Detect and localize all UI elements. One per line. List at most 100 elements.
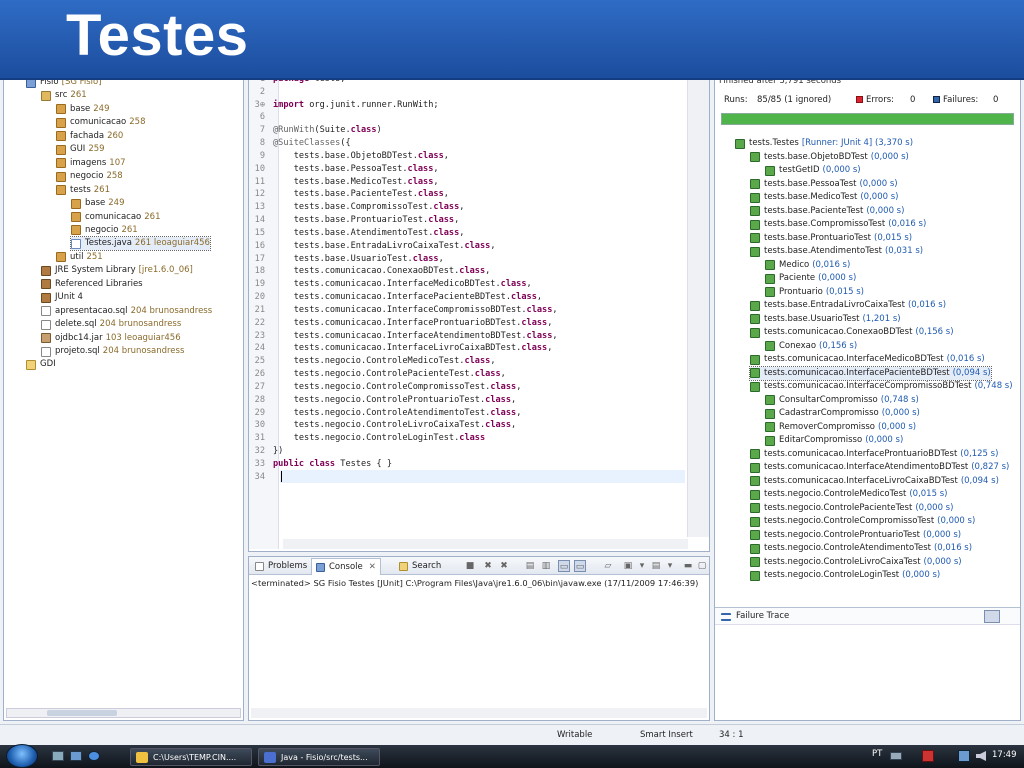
chevron-down-icon[interactable]: ▾ <box>636 560 648 572</box>
show-on-stderr-icon[interactable]: ▭ <box>574 560 586 572</box>
junit-test-item[interactable]: tests.comunicacao.InterfaceAtendimentoBD… <box>750 461 1009 474</box>
explorer-tree-item[interactable]: util 251 <box>56 251 103 264</box>
junit-test-item[interactable]: Paciente (0,000 s) <box>765 272 856 285</box>
junit-test-item[interactable]: tests.negocio.ControleMedicoTest (0,015 s… <box>750 488 947 501</box>
junit-test-item[interactable]: tests.base.EntradaLivroCaixaTest (0,016 s… <box>750 299 946 312</box>
compare-results-icon[interactable] <box>984 610 1000 623</box>
editor-vertical-scrollbar[interactable] <box>687 79 709 537</box>
explorer-tree-item[interactable]: JRE System Library [jre1.6.0_06] <box>41 264 193 277</box>
pin-console-icon[interactable]: ▱ <box>602 560 614 572</box>
tray-network-icon[interactable] <box>890 752 902 760</box>
junit-test-item[interactable]: RemoverCompromisso (0,000 s) <box>765 421 916 434</box>
junit-test-item[interactable]: tests.base.UsuarioTest (1,201 s) <box>750 313 901 326</box>
explorer-horizontal-scrollbar[interactable] <box>6 708 241 718</box>
junit-test-item[interactable]: tests.Testes [Runner: JUnit 4] (3,370 s) <box>735 137 913 150</box>
junit-test-item[interactable]: Medico (0,016 s) <box>765 259 850 272</box>
junit-results-tree[interactable]: tests.Testes [Runner: JUnit 4] (3,370 s) t… <box>715 135 1020 585</box>
explorer-tree-item[interactable]: Referenced Libraries <box>41 278 143 291</box>
explorer-tree-item-label: base <box>70 103 91 114</box>
explorer-tree-item[interactable]: JUnit 4 <box>41 291 83 304</box>
junit-test-item[interactable]: tests.comunicacao.InterfaceProntuarioBDT… <box>750 448 998 461</box>
minimize-icon[interactable]: ▬ <box>682 560 694 572</box>
package-explorer[interactable]: Fisio [SG Fisio] src 261 base 249 comunicacao 2… <box>3 78 244 721</box>
tab-search[interactable]: Search <box>395 559 445 574</box>
junit-test-item[interactable]: tests.base.PacienteTest (0,000 s) <box>750 205 904 218</box>
language-indicator[interactable]: PT <box>872 749 882 759</box>
taskbar-clock[interactable]: 17:49 <box>992 750 1017 760</box>
terminate-icon[interactable]: ■ <box>464 560 476 572</box>
code-line: 16 tests.base.EntradaLivroCaixaTest.clas… <box>249 240 496 253</box>
explorer-tree-item[interactable]: projeto.sql 204 brunosandress <box>41 345 184 358</box>
failures-label: Failures: <box>943 95 979 105</box>
editor-horizontal-scrollbar[interactable] <box>283 539 688 549</box>
explorer-tree-item[interactable]: base 249 <box>71 197 125 210</box>
junit-test-item[interactable]: Conexao (0,156 s) <box>765 340 857 353</box>
explorer-tree-item[interactable]: negocio 261 <box>71 224 138 237</box>
open-console-icon[interactable]: ▤ <box>650 560 662 572</box>
tab-problems[interactable]: Problems <box>251 559 311 574</box>
remove-all-icon[interactable]: ✖ <box>498 560 510 572</box>
junit-test-item-label: tests.comunicacao.InterfaceAtendimentoBD… <box>764 462 969 472</box>
explorer-tree-item[interactable]: Testes.java 261 leoaguiar456 <box>70 236 211 252</box>
explorer-tree-item[interactable]: delete.sql 204 brunosandress <box>41 318 181 331</box>
explorer-tree-item[interactable]: GUI 259 <box>56 143 105 156</box>
junit-test-item[interactable]: tests.base.AtendimentoTest (0,031 s) <box>750 245 923 258</box>
display-console-icon[interactable]: ▣ <box>622 560 634 572</box>
console-horizontal-scrollbar[interactable] <box>251 708 707 718</box>
junit-test-item[interactable]: tests.negocio.ControleLoginTest (0,000 s) <box>750 569 940 582</box>
search-icon <box>399 562 408 571</box>
junit-test-item[interactable]: testGetID (0,000 s) <box>765 164 861 177</box>
taskbar-task[interactable]: C:\Users\TEMP.CIN.... <box>130 748 252 766</box>
explorer-tree-item[interactable]: GDI <box>26 358 56 371</box>
explorer-tree-item[interactable]: comunicacao 258 <box>56 116 146 129</box>
maximize-icon[interactable]: ▢ <box>696 560 708 572</box>
close-icon[interactable]: ✕ <box>369 560 376 575</box>
junit-test-item[interactable]: Prontuario (0,015 s) <box>765 286 864 299</box>
junit-test-item-label: tests.negocio.ControleLivroCaixaTest <box>764 556 921 567</box>
junit-test-item[interactable]: tests.base.MedicoTest (0,000 s) <box>750 191 898 204</box>
junit-test-item[interactable]: tests.comunicacao.InterfaceLivroCaixaBDT… <box>750 475 999 488</box>
tab-console[interactable]: Console ✕ <box>311 558 381 575</box>
explorer-tree-item[interactable]: src 261 <box>41 89 87 102</box>
junit-progress-bar <box>721 113 1014 125</box>
scrollbar-thumb[interactable] <box>47 710 117 716</box>
junit-test-item[interactable]: tests.comunicacao.InterfaceMedicoBDTest(… <box>750 353 985 366</box>
junit-test-item[interactable]: tests.negocio.ControlePacienteTest (0,000… <box>750 502 953 515</box>
explorer-tree-item[interactable]: imagens 107 <box>56 157 126 170</box>
junit-test-item[interactable]: tests.base.ObjetoBDTest (0,000 s) <box>750 151 909 164</box>
tray-monitor-icon[interactable] <box>958 750 970 762</box>
explorer-tree-item[interactable]: negocio 258 <box>56 170 123 183</box>
explorer-tree-item[interactable]: ojdbc14.jar 103 leoaguiar456 <box>41 332 181 345</box>
junit-test-item[interactable]: EditarCompromisso (0,000 s) <box>765 434 903 447</box>
junit-test-item[interactable]: tests.negocio.ControleAtendimentoTest (0,… <box>750 542 972 555</box>
tray-security-icon[interactable] <box>922 750 934 762</box>
junit-test-item[interactable]: ConsultarCompromisso (0,748 s) <box>765 394 919 407</box>
junit-test-item[interactable]: tests.negocio.ControleLivroCaixaTest (0,0… <box>750 556 962 569</box>
chevron-down-icon[interactable]: ▾ <box>664 560 676 572</box>
explorer-tree-item[interactable]: fachada 260 <box>56 130 123 143</box>
code-area[interactable]: 1 package tests; 2 3⊕ import org.junit.runne… <box>249 79 689 533</box>
junit-test-item[interactable]: tests.comunicacao.InterfacePacienteBDTes… <box>749 365 992 381</box>
explorer-tree-item[interactable]: comunicacao 261 <box>71 211 161 224</box>
show-on-stdout-icon[interactable]: ▭ <box>558 560 570 572</box>
explorer-tree-item[interactable]: base 249 <box>56 103 110 116</box>
explorer-tree-item[interactable]: apresentacao.sql 204 brunosandress <box>41 305 212 318</box>
junit-test-item[interactable]: tests.base.CompromissoTest (0,016 s) <box>750 218 926 231</box>
junit-test-item[interactable]: tests.base.ProntuarioTest (0,015 s) <box>750 232 912 245</box>
junit-test-item[interactable]: CadastrarCompromisso (0,000 s) <box>765 407 920 420</box>
junit-test-item[interactable]: tests.comunicacao.InterfaceCompromissoBD… <box>750 380 1013 393</box>
junit-test-item[interactable]: tests.comunicacao.ConexaoBDTest (0,156 s) <box>750 326 954 339</box>
junit-test-item[interactable]: tests.negocio.ControleCompromissoTest (0,… <box>750 515 975 528</box>
taskbar-task[interactable]: Java - Fisio/src/tests... <box>258 748 380 766</box>
scroll-lock-icon[interactable]: ▥ <box>540 560 552 572</box>
remove-launch-icon[interactable]: ✖ <box>482 560 494 572</box>
junit-view[interactable]: Finished after 3,791 seconds Runs: 85/85… <box>714 78 1021 721</box>
code-editor[interactable]: 1 package tests; 2 3⊕ import org.junit.runne… <box>248 78 710 552</box>
tray-volume-icon[interactable] <box>976 751 986 761</box>
junit-test-item[interactable]: tests.negocio.ControleProntuarioTest (0,0… <box>750 529 961 542</box>
clear-console-icon[interactable]: ▤ <box>524 560 536 572</box>
junit-test-item-label: tests.base.UsuarioTest <box>764 313 860 324</box>
console-view[interactable]: Problems Console ✕ Search ■ ✖ ✖ ▤ ▥ ▭ ▭ … <box>248 556 710 721</box>
junit-test-item[interactable]: tests.base.PessoaTest (0,000 s) <box>750 178 898 191</box>
explorer-tree-item[interactable]: tests 261 <box>56 184 110 197</box>
